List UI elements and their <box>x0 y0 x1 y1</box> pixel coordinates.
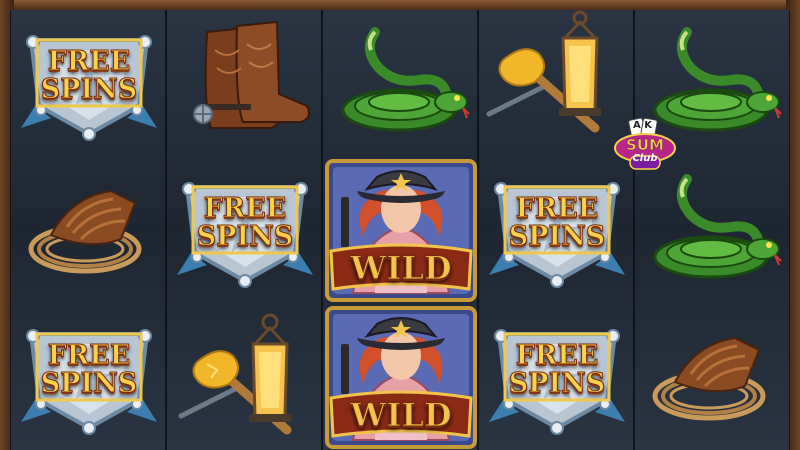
reel-3: WILD WILD <box>322 10 478 450</box>
reel-1: FREE SPINS FREE SPINS <box>10 10 166 450</box>
wild-symbol: WILD <box>323 304 477 450</box>
gloves-rope-symbol <box>635 304 789 450</box>
wood-frame-top <box>0 0 800 10</box>
reel-2: FREE SPINS <box>166 10 322 450</box>
free-spins-label: FREE SPINS <box>11 340 165 399</box>
logo-title: SUM <box>626 136 665 155</box>
free-spins-symbol: FREE SPINS <box>479 304 633 450</box>
free-spins-line2: SPINS <box>40 74 138 105</box>
wild-symbol: WILD <box>323 157 477 304</box>
reel-5 <box>634 10 790 450</box>
free-spins-line1: FREE <box>515 340 599 371</box>
rattlesnake-symbol <box>323 10 477 157</box>
reel-grid: FREE SPINS FREE SPINS FREE SPINS WILD WI… <box>10 10 790 450</box>
free-spins-label: FREE SPINS <box>11 46 165 105</box>
free-spins-line2: SPINS <box>508 368 606 399</box>
logo-subtitle: Club <box>632 153 658 164</box>
free-spins-symbol: FREE SPINS <box>479 157 633 304</box>
sum-club-logo: A K SUM Club <box>612 118 678 174</box>
cowboy-boots-symbol <box>167 10 321 157</box>
free-spins-label: FREE SPINS <box>479 340 633 399</box>
free-spins-line2: SPINS <box>196 221 294 252</box>
free-spins-line1: FREE <box>203 193 287 224</box>
free-spins-line1: FREE <box>515 193 599 224</box>
wild-label: WILD <box>350 249 452 288</box>
gold-lantern-symbol <box>479 10 633 157</box>
free-spins-line2: SPINS <box>508 221 606 252</box>
free-spins-symbol: FREE SPINS <box>11 10 165 157</box>
reel-4: FREE SPINS FREE SPINS <box>478 10 634 450</box>
free-spins-symbol: FREE SPINS <box>167 157 321 304</box>
logo-cards-text: A K <box>633 120 652 131</box>
free-spins-line1: FREE <box>47 46 131 77</box>
free-spins-label: FREE SPINS <box>167 193 321 252</box>
wild-label: WILD <box>350 396 452 435</box>
rattlesnake-symbol <box>635 157 789 304</box>
free-spins-symbol: FREE SPINS <box>11 304 165 450</box>
free-spins-label: FREE SPINS <box>479 193 633 252</box>
free-spins-line1: FREE <box>47 340 131 371</box>
gold-pickaxe-symbol <box>167 304 321 450</box>
gloves-rope-symbol <box>11 157 165 304</box>
free-spins-line2: SPINS <box>40 368 138 399</box>
slot-game: FREE SPINS FREE SPINS FREE SPINS WILD WI… <box>0 0 800 450</box>
